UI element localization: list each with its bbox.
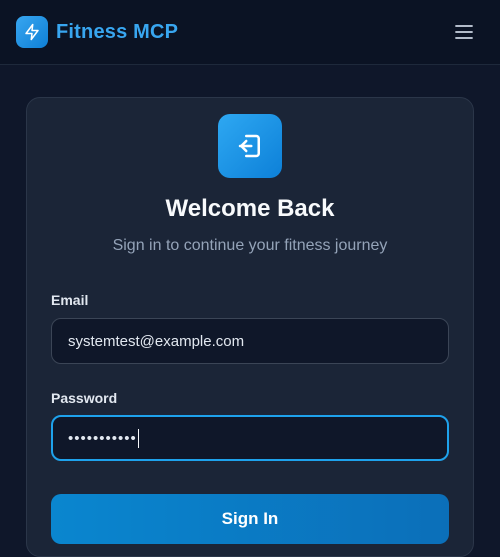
page-title: Welcome Back	[165, 195, 335, 222]
hamburger-menu-icon	[455, 25, 473, 39]
text-caret	[137, 428, 139, 448]
email-label: Email	[51, 292, 89, 308]
menu-button[interactable]	[450, 18, 478, 46]
page-subtitle: Sign in to continue your fitness journey	[112, 237, 388, 254]
password-field[interactable]: •••••••••••	[51, 415, 449, 461]
app-name: Fitness MCP	[56, 20, 179, 43]
sign-in-icon	[218, 114, 282, 178]
email-field[interactable]: systemtest@example.com	[51, 318, 449, 364]
email-value: systemtest@example.com	[68, 332, 245, 350]
lightning-bolt-icon	[16, 16, 48, 48]
password-label: Password	[51, 390, 118, 406]
sign-in-button[interactable]: Sign In	[51, 494, 449, 544]
login-card: Welcome Back Sign in to continue your fi…	[26, 97, 474, 557]
brand[interactable]: Fitness MCP	[16, 16, 178, 48]
top-nav-bar: Fitness MCP	[0, 0, 500, 65]
password-value: •••••••••••	[68, 429, 137, 447]
